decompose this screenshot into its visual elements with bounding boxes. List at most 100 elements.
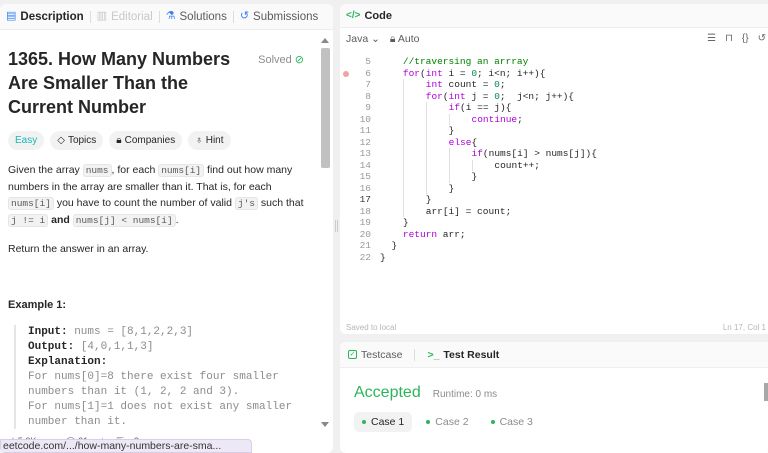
tab-divider bbox=[414, 348, 416, 361]
code-text: } bbox=[402, 217, 409, 228]
inline-code: j's bbox=[234, 197, 258, 210]
tab-testcase-label: Testcase bbox=[361, 348, 403, 361]
solved-status: Solved ⊘ bbox=[258, 53, 304, 67]
window-scrollbar-thumb[interactable] bbox=[764, 383, 768, 401]
indent-guide bbox=[402, 113, 404, 125]
code-line[interactable]: 8 for(int j = 0; j<n; j++){ bbox=[340, 90, 768, 102]
return-statement: Return the answer in an array. bbox=[8, 243, 149, 255]
explanation-line: For nums[1]=1 does not exist any smaller bbox=[28, 401, 293, 413]
code-line[interactable]: 19} bbox=[340, 217, 768, 229]
code-line[interactable]: 5 //traversing an arrray bbox=[340, 56, 768, 68]
tab-testcase[interactable]: ✓ Testcase bbox=[348, 349, 402, 361]
code-line[interactable]: 16} bbox=[340, 182, 768, 194]
panel-resize-handle[interactable] bbox=[335, 220, 338, 232]
pass-dot-icon bbox=[362, 420, 366, 424]
text: , for each bbox=[111, 164, 159, 176]
inline-code: nums[i] bbox=[8, 197, 54, 210]
code-line[interactable]: 18 arr[i] = count; bbox=[340, 205, 768, 217]
case-tab-1[interactable]: Case 1 bbox=[354, 412, 413, 432]
input-value: nums = [8,1,2,2,3] bbox=[67, 326, 194, 338]
code-line[interactable]: 13 if(nums[i] > nums[j]){ bbox=[340, 148, 768, 160]
scrollbar-thumb[interactable] bbox=[321, 48, 330, 168]
code-line[interactable]: 12 else{ bbox=[340, 136, 768, 148]
code-text: } bbox=[391, 240, 398, 251]
tab-solutions[interactable]: ⚗ Solutions bbox=[166, 11, 227, 23]
code-text: //traversing an arrray bbox=[402, 56, 529, 67]
terminal-icon: >_ bbox=[427, 348, 440, 361]
flask-icon: ⚗ bbox=[165, 10, 176, 22]
case-tab-2[interactable]: Case 2 bbox=[418, 412, 476, 432]
language-select[interactable]: Java ⌄ bbox=[346, 33, 380, 45]
saved-status: Saved to local bbox=[346, 322, 397, 332]
code-editor[interactable]: 5 //traversing an arrray 6 for(int i = 0; i… bbox=[340, 56, 768, 304]
indent-guide bbox=[448, 171, 450, 183]
code-tab-bar: </> Code bbox=[340, 4, 768, 28]
code-line[interactable]: 6 for(int i = 0; i<n; i++){ bbox=[340, 68, 768, 80]
tab-description[interactable]: ▤ Description bbox=[6, 11, 84, 23]
line-number: 6 bbox=[365, 67, 371, 79]
indent-guide bbox=[425, 148, 427, 160]
topics-label: Topics bbox=[67, 135, 97, 146]
text-bold: and bbox=[48, 214, 73, 226]
hint-chip[interactable]: ♁ Hint bbox=[188, 131, 231, 150]
auto-mode[interactable]: 🔒︎ Auto bbox=[390, 33, 420, 46]
explanation-line: number than it. bbox=[28, 416, 128, 428]
tab-divider bbox=[232, 10, 234, 23]
inline-code: nums[i] bbox=[158, 164, 205, 177]
example-title: Example 1: bbox=[8, 299, 67, 311]
tab-editorial[interactable]: ▥ Editorial bbox=[97, 11, 153, 23]
code-text: return arr; bbox=[402, 228, 466, 240]
text: such that bbox=[257, 197, 304, 209]
bookmark-icon[interactable]: ⊓ bbox=[725, 33, 733, 44]
line-number: 18 bbox=[359, 205, 371, 217]
format-icon[interactable]: ☰ bbox=[707, 33, 716, 44]
code-line[interactable]: 15} bbox=[340, 171, 768, 183]
indent-guide bbox=[448, 159, 450, 171]
code-line[interactable]: 14 count++; bbox=[340, 159, 768, 171]
topics-chip[interactable]: ◇ Topics bbox=[50, 131, 104, 150]
pass-dot-icon bbox=[426, 420, 431, 424]
code-line[interactable]: 9 if(i == j){ bbox=[340, 102, 768, 114]
code-line[interactable]: 22} bbox=[340, 252, 768, 264]
tab-description-label: Description bbox=[20, 10, 84, 23]
tab-solutions-label: Solutions bbox=[179, 10, 227, 23]
code-text: for(int j = 0; j<n; j++){ bbox=[425, 90, 575, 102]
code-line[interactable]: 7 int count = 0; bbox=[340, 79, 768, 91]
reset-icon[interactable]: ↺ bbox=[758, 33, 766, 44]
indent-guide bbox=[425, 182, 427, 194]
case-label: Case 3 bbox=[499, 416, 533, 428]
explanation-line: For nums[0]=8 there exist four smaller bbox=[28, 371, 279, 383]
problem-title[interactable]: 1365. How Many Numbers Are Smaller Than … bbox=[8, 47, 258, 119]
scroll-down-arrow-icon[interactable] bbox=[321, 422, 329, 427]
indent-guide bbox=[402, 194, 404, 206]
line-number: 7 bbox=[365, 79, 371, 90]
case-tabs: Case 1 Case 2 Case 3 bbox=[340, 402, 768, 432]
code-tab-label[interactable]: Code bbox=[364, 10, 392, 22]
companies-chip[interactable]: 🔒︎ Companies bbox=[109, 131, 183, 150]
indent-guide bbox=[448, 113, 450, 125]
braces-icon[interactable]: {} bbox=[742, 33, 749, 44]
tab-test-result[interactable]: >_ Test Result bbox=[427, 349, 499, 361]
code-line[interactable]: 17} bbox=[340, 194, 768, 206]
indent-guide bbox=[402, 90, 404, 102]
line-number: 19 bbox=[359, 217, 371, 228]
explanation-label: Explanation: bbox=[28, 356, 108, 368]
line-number: 13 bbox=[359, 148, 371, 159]
description-scrollbar[interactable] bbox=[319, 36, 331, 429]
code-line[interactable]: 10 continue; bbox=[340, 113, 768, 125]
tab-test-result-label: Test Result bbox=[443, 348, 500, 361]
result-tab-bar: ✓ Testcase >_ Test Result bbox=[340, 342, 768, 368]
code-line[interactable]: 20 return arr; bbox=[340, 229, 768, 241]
code-text: int count = 0; bbox=[425, 79, 506, 90]
tab-submissions[interactable]: ↺ Submissions bbox=[240, 11, 318, 23]
inline-code: j != i bbox=[8, 214, 49, 227]
companies-label: Companies bbox=[124, 135, 176, 146]
case-tab-3[interactable]: Case 3 bbox=[483, 412, 541, 432]
code-line[interactable]: 21} bbox=[340, 240, 768, 252]
hint-label: Hint bbox=[205, 135, 224, 146]
code-line[interactable]: 11} bbox=[340, 125, 768, 137]
problem-tags: Easy ◇ Topics 🔒︎ Companies ♁ Hint bbox=[8, 131, 308, 150]
indent-guide bbox=[402, 79, 404, 91]
scroll-up-arrow-icon[interactable] bbox=[321, 38, 329, 43]
left-tab-bar: ▤ Description ▥ Editorial ⚗ Solutions ↺ … bbox=[0, 4, 333, 30]
